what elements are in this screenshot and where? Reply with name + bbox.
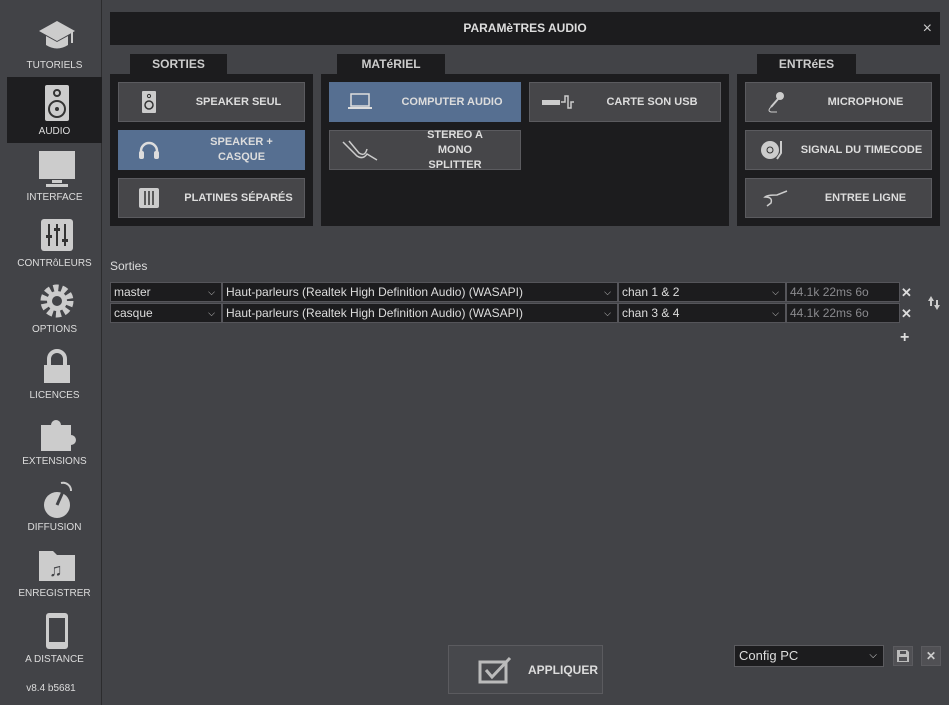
- lock-icon: [44, 349, 70, 383]
- dialog-title-bar: PARAMèTRES AUDIO ×: [110, 12, 940, 45]
- stereo-mono-splitter-button[interactable]: STEREO A MONO SPLITTER: [329, 129, 521, 171]
- output-channels-select[interactable]: chan 1 & 2 ⌵: [618, 282, 786, 302]
- tab-materiel: MATéRIEL: [337, 54, 445, 74]
- close-icon[interactable]: ×: [923, 12, 932, 45]
- signal-timecode-button[interactable]: SIGNAL DU TIMECODE: [745, 130, 932, 170]
- tab-sorties: SORTIES: [130, 54, 227, 74]
- phone-icon: [46, 613, 68, 649]
- broadcast-icon: [44, 481, 72, 518]
- version-label: v8.4 b5681: [26, 683, 76, 694]
- floppy-disk-icon: [897, 650, 909, 662]
- apply-button[interactable]: APPLIQUER: [448, 645, 603, 694]
- sidebar-item-diffusion[interactable]: DIFFUSION: [7, 473, 102, 539]
- mixer-icon: [139, 188, 159, 208]
- outputs-label: Sorties: [110, 259, 148, 273]
- output-name-select[interactable]: master ⌵: [110, 282, 222, 302]
- output-info: 44.1k 22ms 6o: [786, 303, 900, 323]
- config-select[interactable]: Config PC ⌵: [734, 645, 884, 667]
- chevron-down-icon: ⌵: [772, 308, 779, 318]
- dialog-title: PARAMèTRES AUDIO: [463, 21, 587, 35]
- save-config-button[interactable]: [893, 646, 913, 666]
- microphone-icon: [768, 92, 784, 113]
- gear-icon: [40, 284, 74, 318]
- speaker-icon: [142, 91, 156, 113]
- carte-son-usb-button[interactable]: CARTE SON USB: [529, 82, 721, 122]
- splitter-cable-icon: [342, 140, 378, 161]
- chevron-down-icon: ⌵: [208, 308, 215, 318]
- headphones-icon: [139, 141, 159, 159]
- swap-order-icon[interactable]: [927, 295, 941, 311]
- output-channels-select[interactable]: chan 3 & 4 ⌵: [618, 303, 786, 323]
- puzzle-icon: [41, 420, 76, 451]
- turntable-icon: [761, 141, 782, 160]
- chevron-down-icon: ⌵: [208, 287, 215, 297]
- speaker-icon: [45, 85, 69, 121]
- checkbox-check-icon: [478, 656, 512, 683]
- entree-ligne-button[interactable]: ENTREE LIGNE: [745, 178, 932, 218]
- delete-config-button[interactable]: ✕: [921, 646, 941, 666]
- remove-output-icon[interactable]: ✕: [901, 285, 912, 301]
- chevron-down-icon: ⌵: [869, 650, 877, 661]
- sidebar-item-audio[interactable]: AUDIO: [7, 77, 102, 143]
- sidebar-item-a-distance[interactable]: A DISTANCE: [7, 605, 102, 671]
- computer-audio-button[interactable]: COMPUTER AUDIO: [329, 82, 521, 122]
- svg-text:♫: ♫: [49, 560, 63, 580]
- output-name-select[interactable]: casque ⌵: [110, 303, 222, 323]
- chevron-down-icon: ⌵: [772, 287, 779, 297]
- remove-output-icon[interactable]: ✕: [901, 306, 912, 322]
- usb-icon: [542, 95, 574, 109]
- platines-separes-button[interactable]: PLATINES SÉPARÉS: [118, 178, 305, 218]
- jack-cable-icon: [763, 190, 788, 207]
- output-device-select[interactable]: Haut-parleurs (Realtek High Definition A…: [222, 303, 618, 323]
- speaker-seul-button[interactable]: SPEAKER SEUL: [118, 82, 305, 122]
- sidebar-item-tutoriels[interactable]: TUTORIELS: [7, 11, 102, 77]
- sidebar-item-options[interactable]: OPTIONS: [7, 275, 102, 341]
- sidebar-item-controleurs[interactable]: CONTRôLEURS: [7, 209, 102, 275]
- sidebar: TUTORIELS AUDIO INTERFACE CONTRôLEURS OP…: [0, 0, 102, 705]
- sidebar-item-extensions[interactable]: EXTENSIONS: [7, 407, 102, 473]
- output-device-select[interactable]: Haut-parleurs (Realtek High Definition A…: [222, 282, 618, 302]
- add-output-icon[interactable]: +: [900, 329, 909, 347]
- mixer-icon: [41, 219, 73, 251]
- sidebar-item-licences[interactable]: LICENCES: [7, 341, 102, 407]
- tab-entrees: ENTRéES: [757, 54, 856, 74]
- microphone-button[interactable]: MICROPHONE: [745, 82, 932, 122]
- output-info: 44.1k 22ms 6o: [786, 282, 900, 302]
- sidebar-item-enregistrer[interactable]: ♫ ENREGISTRER: [7, 539, 102, 605]
- music-folder-icon: ♫: [39, 551, 75, 581]
- sidebar-item-interface[interactable]: INTERFACE: [7, 143, 102, 209]
- graduation-cap-icon: [39, 21, 75, 49]
- speaker-casque-button[interactable]: SPEAKER + CASQUE: [118, 130, 305, 170]
- laptop-icon: [348, 93, 372, 109]
- monitor-icon: [39, 151, 75, 187]
- chevron-down-icon: ⌵: [604, 287, 611, 297]
- chevron-down-icon: ⌵: [604, 308, 611, 318]
